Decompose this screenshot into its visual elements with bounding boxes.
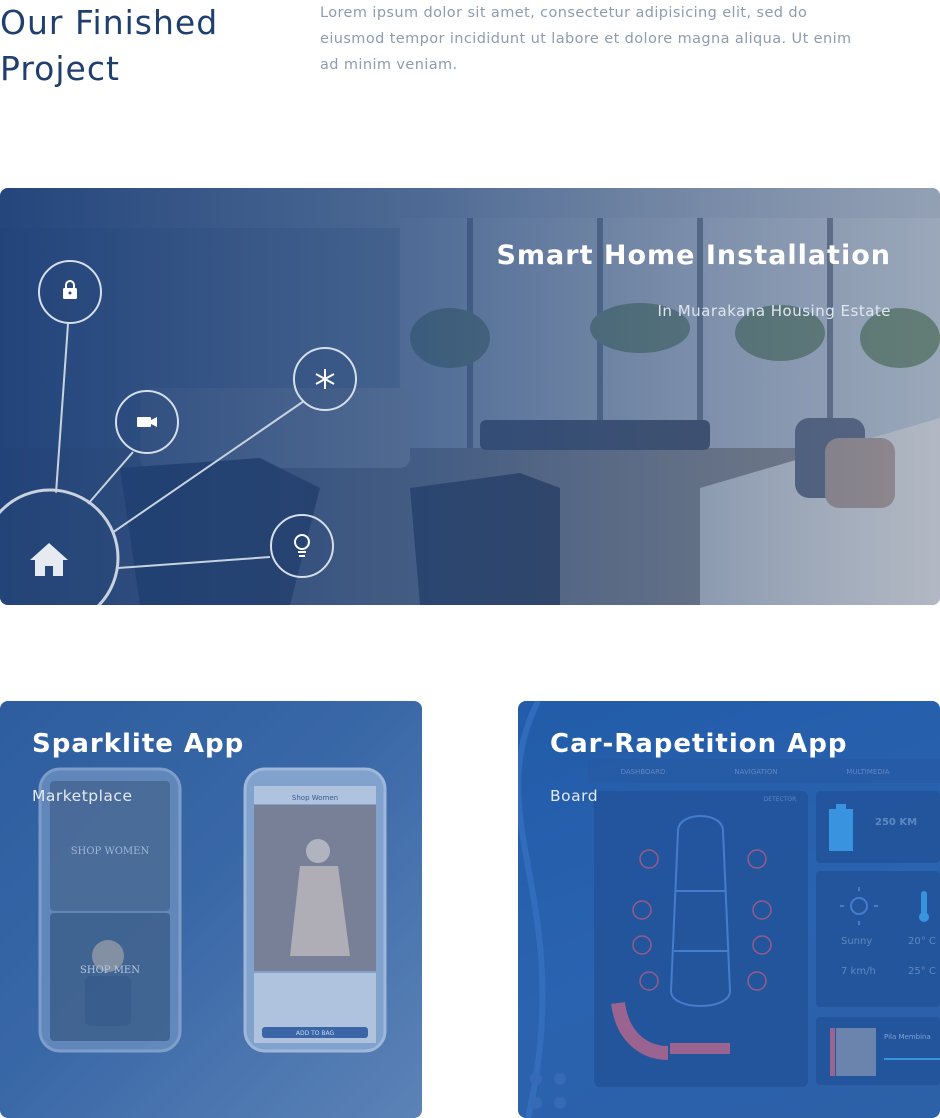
section-title: Our Finished Project bbox=[0, 3, 219, 88]
project-title: Car-Rapetition App bbox=[550, 729, 848, 759]
project-title: Sparklite App bbox=[32, 729, 245, 759]
section-description: Lorem ipsum dolor sit amet, consectetur … bbox=[320, 5, 852, 73]
featured-project-subtitle: In Muarakana Housing Estate bbox=[657, 302, 891, 320]
project-card-car-rapetition[interactable]: DASHBOARD NAVIGATION MULTIMEDIA DETECTOR bbox=[518, 701, 940, 1118]
project-card-sparklite[interactable]: SHOP WOMEN SHOP MEN Shop Women ADD TO BA… bbox=[0, 701, 422, 1118]
featured-project-title: Smart Home Installation bbox=[496, 240, 891, 271]
car-dashboard-mockup: DASHBOARD NAVIGATION MULTIMEDIA DETECTOR bbox=[518, 701, 940, 1118]
project-subtitle: Board bbox=[550, 787, 599, 805]
phone-mockups: SHOP WOMEN SHOP MEN Shop Women ADD TO BA… bbox=[0, 701, 422, 1118]
project-subtitle: Marketplace bbox=[32, 787, 133, 805]
featured-project-card[interactable]: Smart Home Installation In Muarakana Hou… bbox=[0, 188, 940, 605]
